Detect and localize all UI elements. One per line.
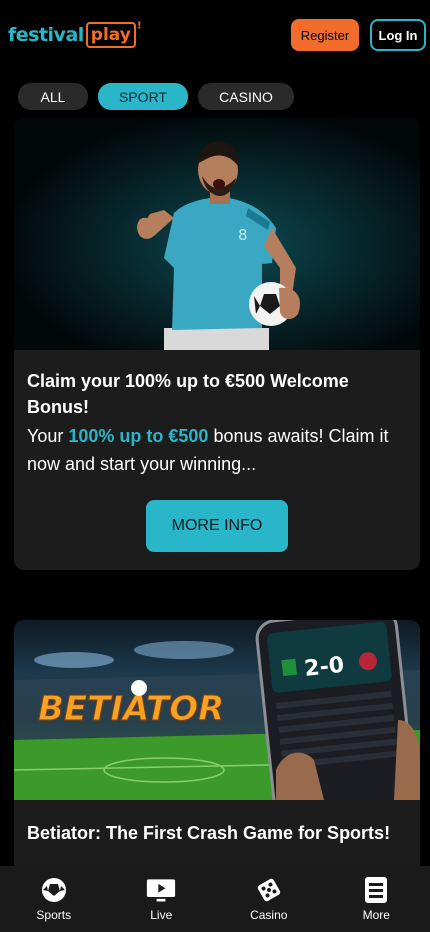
stadium-illustration: BETIATOR 2-0 <box>14 620 420 800</box>
promo-description: Your 100% up to €500 bonus awaits! Claim… <box>27 426 389 474</box>
soccer-ball-icon <box>39 876 69 904</box>
more-info-button[interactable]: MORE INFO <box>146 500 288 552</box>
register-button[interactable]: Register <box>291 19 359 51</box>
tab-casino[interactable]: CASINO <box>198 83 294 110</box>
tv-play-icon <box>146 876 176 904</box>
promo-title: Claim your 100% up to €500 Welcome Bonus… <box>27 371 349 417</box>
player-number: 8 <box>238 226 248 244</box>
player-illustration: 8 <box>137 141 300 350</box>
phone-score: 2-0 <box>303 653 345 682</box>
nav-live[interactable]: Live <box>108 866 216 932</box>
betiator-logo-text: BETIATOR <box>38 689 224 729</box>
bottom-navigation: Sports Live Casino More <box>0 866 430 932</box>
nav-sports-label: Sports <box>36 908 72 922</box>
festival-play-logo[interactable]: festival play ꜝ <box>8 20 141 50</box>
header: festival play ꜝ Register Log In <box>0 0 430 72</box>
login-button[interactable]: Log In <box>370 19 426 51</box>
list-icon <box>361 876 391 904</box>
betiator-card: BETIATOR 2-0 Betiator: The First Crash G… <box>14 620 420 880</box>
tab-all[interactable]: ALL <box>18 83 88 110</box>
logo-festival-text: festival <box>8 24 84 46</box>
logo-play-text: play <box>85 22 136 48</box>
logo-spark-icon: ꜝ <box>136 22 142 38</box>
betiator-title: Betiator: The First Crash Game for Sport… <box>27 823 391 843</box>
nav-more-label: More <box>362 908 390 922</box>
dice-icon <box>254 876 284 904</box>
nav-live-label: Live <box>150 908 173 922</box>
tab-sport[interactable]: SPORT <box>98 83 188 110</box>
nav-casino[interactable]: Casino <box>215 866 323 932</box>
nav-sports[interactable]: Sports <box>0 866 108 932</box>
welcome-bonus-card: 8 Claim your 100% up to €500 Welcome Bon… <box>14 118 420 570</box>
nav-casino-label: Casino <box>250 908 288 922</box>
betiator-image: BETIATOR 2-0 <box>14 620 420 800</box>
nav-more[interactable]: More <box>323 866 430 932</box>
category-tabs: ALL SPORT CASINO <box>18 83 294 110</box>
football-player-image: 8 <box>14 118 420 350</box>
bonus-highlight: 100% up to €500 <box>68 426 209 446</box>
